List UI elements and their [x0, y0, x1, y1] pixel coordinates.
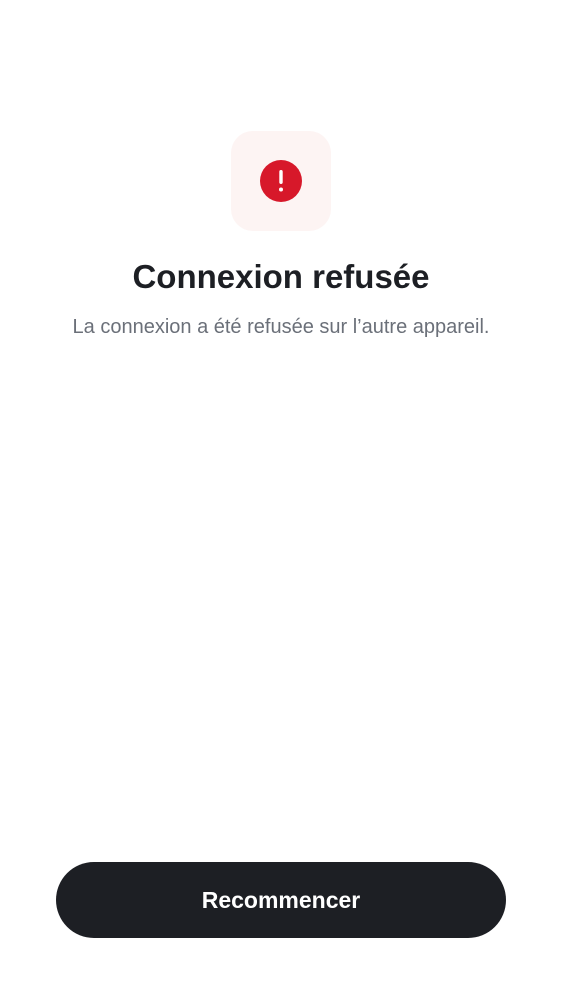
status-icon-tile: [231, 131, 331, 231]
connection-refused-screen: Connexion refusée La connexion a été ref…: [0, 0, 562, 1000]
page-title: Connexion refusée: [132, 258, 430, 295]
restart-button[interactable]: Recommencer: [56, 862, 506, 938]
alert-circle-icon: [260, 160, 302, 202]
status-message: La connexion a été refusée sur l’autre a…: [72, 316, 490, 338]
